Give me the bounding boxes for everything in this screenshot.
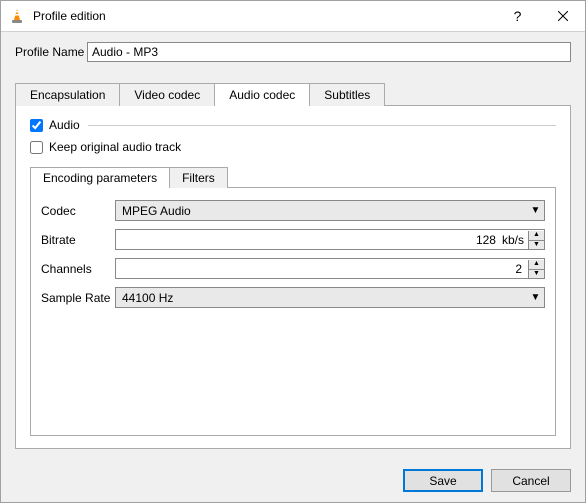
codec-combo[interactable]: MPEG Audio ▼ bbox=[115, 200, 545, 221]
divider bbox=[88, 125, 556, 126]
spinner-arrows[interactable]: ▲▼ bbox=[528, 231, 544, 249]
titlebar: Profile edition ? bbox=[1, 1, 585, 32]
bitrate-label: Bitrate bbox=[41, 233, 115, 247]
content-area: Profile Name Encapsulation Video codec A… bbox=[1, 32, 585, 459]
app-icon bbox=[9, 8, 25, 24]
tab-subtitles[interactable]: Subtitles bbox=[310, 83, 385, 106]
channels-label: Channels bbox=[41, 262, 115, 276]
profile-name-label: Profile Name bbox=[15, 45, 87, 59]
bitrate-unit: kb/s bbox=[502, 233, 528, 247]
audio-checkbox-label: Audio bbox=[49, 118, 80, 132]
tab-audio-codec[interactable]: Audio codec bbox=[215, 83, 310, 106]
footer: Save Cancel bbox=[1, 459, 585, 502]
profile-name-input[interactable] bbox=[87, 42, 571, 62]
window-title: Profile edition bbox=[33, 9, 495, 23]
samplerate-combo[interactable]: 44100 Hz ▼ bbox=[115, 287, 545, 308]
audio-codec-panel: Audio Keep original audio track Encoding… bbox=[15, 105, 571, 449]
channels-spinner[interactable]: 2 ▲▼ bbox=[115, 258, 545, 279]
subtab-filters[interactable]: Filters bbox=[170, 167, 228, 188]
tab-video-codec[interactable]: Video codec bbox=[120, 83, 215, 106]
audio-checkbox[interactable] bbox=[30, 119, 43, 132]
chevron-down-icon: ▼ bbox=[527, 292, 544, 303]
spinner-arrows[interactable]: ▲▼ bbox=[528, 260, 544, 278]
channels-value: 2 bbox=[116, 262, 528, 276]
samplerate-value: 44100 Hz bbox=[116, 291, 527, 305]
codec-label: Codec bbox=[41, 204, 115, 218]
dialog-window: Profile edition ? Profile Name Encapsula… bbox=[0, 0, 586, 503]
sub-tabs: Encoding parameters Filters bbox=[30, 166, 556, 187]
encoding-panel: Codec MPEG Audio ▼ Bitrate 128 kb/s ▲▼ C bbox=[30, 187, 556, 436]
subtab-encoding[interactable]: Encoding parameters bbox=[30, 167, 170, 188]
main-tabs: Encapsulation Video codec Audio codec Su… bbox=[15, 82, 571, 105]
bitrate-spinner[interactable]: 128 kb/s ▲▼ bbox=[115, 229, 545, 250]
save-button[interactable]: Save bbox=[403, 469, 483, 492]
close-button[interactable] bbox=[540, 1, 585, 31]
help-button[interactable]: ? bbox=[495, 1, 540, 31]
cancel-button[interactable]: Cancel bbox=[491, 469, 571, 492]
chevron-down-icon: ▼ bbox=[527, 205, 544, 216]
samplerate-label: Sample Rate bbox=[41, 291, 115, 305]
bitrate-value: 128 bbox=[116, 233, 502, 247]
keep-original-label: Keep original audio track bbox=[49, 140, 181, 154]
tab-encapsulation[interactable]: Encapsulation bbox=[15, 83, 120, 106]
codec-value: MPEG Audio bbox=[116, 204, 527, 218]
keep-original-checkbox[interactable] bbox=[30, 141, 43, 154]
